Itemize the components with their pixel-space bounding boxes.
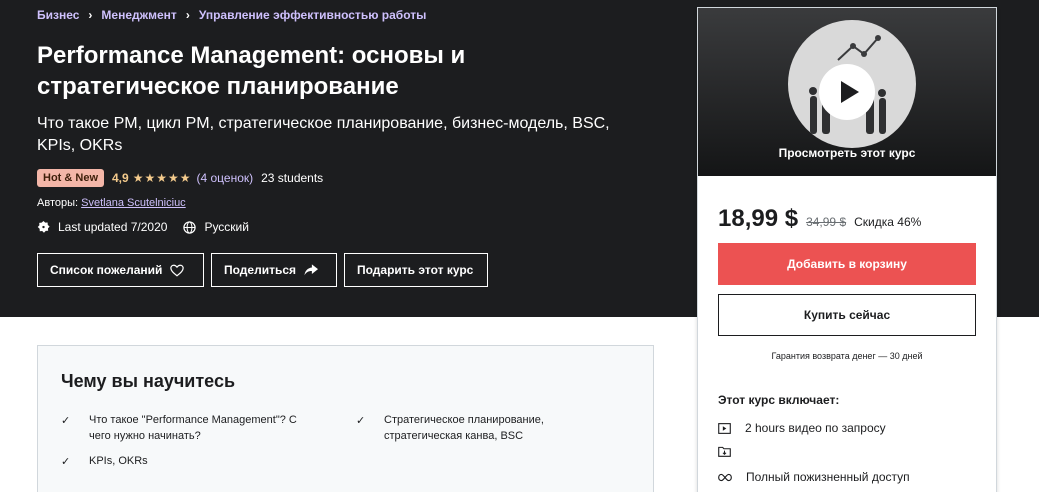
check-icon: ✓ — [356, 415, 366, 427]
learn-title: Чему вы научитесь — [61, 371, 236, 391]
folder-download-icon — [718, 446, 731, 457]
author-link[interactable]: Svetlana Scutelniciuc — [81, 197, 186, 209]
share-button[interactable]: Поделиться — [211, 253, 337, 287]
rating-value: 4,9 — [112, 171, 129, 185]
preview-label: Просмотреть этот курс — [778, 146, 916, 160]
course-preview[interactable]: Просмотреть этот курс — [698, 8, 996, 176]
include-lifetime-text: Полный пожизненный доступ — [746, 470, 910, 484]
discount-label: Скидка 46% — [854, 215, 922, 229]
share-arrow-icon — [304, 264, 319, 276]
purchase-card: Просмотреть этот курс 18,99 $ 34,99 $ Ск… — [697, 7, 997, 492]
include-item-download — [718, 446, 745, 457]
hot-new-badge: Hot & New — [37, 169, 104, 187]
course-meta: Last updated 7/2020 Русский — [37, 220, 265, 234]
buy-now-button[interactable]: Купить сейчас — [718, 294, 976, 336]
include-video-text: 2 hours видео по запросу — [745, 421, 886, 435]
price-row: 18,99 $ 34,99 $ Скидка 46% — [718, 205, 921, 233]
gift-course-button[interactable]: Подарить этот курс — [344, 253, 488, 287]
current-price: 18,99 $ — [718, 205, 799, 232]
check-icon: ✓ — [61, 456, 71, 468]
last-updated: Last updated 7/2020 — [37, 220, 167, 234]
what-you-will-learn: Чему вы научитесь ✓ Что такое "Performan… — [37, 345, 654, 492]
alert-badge-icon — [37, 220, 50, 233]
check-icon: ✓ — [61, 415, 71, 427]
action-buttons: Список пожеланий Поделиться Подарить это… — [37, 253, 495, 287]
authors-label: Авторы: — [37, 197, 79, 209]
video-icon — [718, 422, 731, 434]
learn-item-text: Стратегическое планирование, стратегичес… — [384, 414, 544, 442]
star-rating-icon: ★★★★★ — [132, 171, 192, 185]
includes-title: Этот курс включает: — [718, 393, 840, 407]
breadcrumb-item-management[interactable]: Менеджмент — [101, 8, 176, 22]
infinity-icon — [718, 473, 732, 481]
learn-item-text: KPIs, OKRs — [89, 455, 148, 467]
globe-icon — [183, 220, 197, 234]
learn-item: ✓ Что такое "Performance Management"? С … — [61, 412, 321, 444]
students-count: 23 students — [261, 171, 324, 185]
learn-item-text: Что такое "Performance Management"? С че… — [89, 414, 297, 442]
include-item-lifetime: Полный пожизненный доступ — [718, 470, 910, 484]
course-title: Performance Management: основы и стратег… — [37, 42, 466, 100]
original-price: 34,99 $ — [806, 215, 847, 229]
rating-count-link[interactable]: (4 оценок) — [196, 171, 253, 185]
chevron-right-icon: › — [88, 8, 93, 22]
gift-label: Подарить этот курс — [357, 263, 474, 277]
wishlist-button[interactable]: Список пожеланий — [37, 253, 204, 287]
learn-item: ✓ KPIs, OKRs — [61, 453, 321, 470]
breadcrumb-item-performance[interactable]: Управление эффективностью работы — [199, 8, 427, 22]
breadcrumb: Бизнес › Менеджмент › Управление эффекти… — [37, 8, 426, 22]
course-subtitle: Что такое PM, цикл PM, стратегическое пл… — [37, 115, 610, 154]
language: Русский — [183, 220, 249, 234]
add-to-cart-button[interactable]: Добавить в корзину — [718, 243, 976, 285]
wishlist-label: Список пожеланий — [50, 263, 163, 277]
money-back-guarantee: Гарантия возврата денег — 30 дней — [771, 351, 923, 361]
learn-item: ✓ Стратегическое планирование, стратегич… — [356, 412, 616, 444]
breadcrumb-item-business[interactable]: Бизнес — [37, 8, 79, 22]
authors: Авторы: Svetlana Scutelniciuc — [37, 197, 186, 209]
rating-row: Hot & New 4,9 ★★★★★ (4 оценок) 23 studen… — [37, 169, 323, 187]
heart-icon — [170, 264, 185, 277]
share-label: Поделиться — [224, 263, 297, 277]
chevron-right-icon: › — [185, 8, 190, 22]
include-item-video: 2 hours видео по запросу — [718, 421, 886, 435]
language-text: Русский — [204, 220, 249, 234]
play-icon[interactable] — [819, 64, 875, 120]
last-updated-text: Last updated 7/2020 — [58, 220, 168, 234]
